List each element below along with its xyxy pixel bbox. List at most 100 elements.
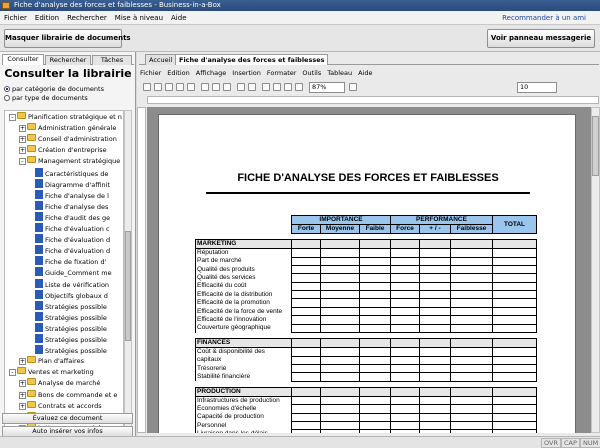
score-cell[interactable] [419, 395, 451, 406]
score-cell[interactable] [320, 355, 360, 365]
score-cell[interactable] [419, 290, 451, 300]
score-cell[interactable] [450, 372, 493, 382]
tree-folder-item[interactable]: + Administration générale [19, 123, 116, 134]
score-cell[interactable] [291, 315, 321, 325]
score-cell[interactable] [291, 363, 321, 374]
score-cell[interactable] [359, 315, 391, 325]
score-cell[interactable] [450, 412, 493, 422]
score-cell[interactable] [359, 395, 391, 406]
scroll-thumb[interactable] [125, 231, 131, 341]
message-panel-button[interactable]: Voir panneau messagerie [487, 29, 595, 48]
score-cell[interactable] [359, 248, 391, 258]
score-cell[interactable] [291, 290, 321, 300]
score-cell[interactable] [291, 347, 321, 357]
score-cell[interactable] [450, 256, 493, 266]
score-cell[interactable] [359, 306, 391, 317]
menu-fichier[interactable]: Fichier [0, 11, 31, 25]
score-cell[interactable] [320, 363, 360, 374]
score-cell[interactable] [390, 315, 420, 325]
score-cell[interactable] [450, 248, 493, 258]
score-cell[interactable] [492, 315, 537, 325]
score-cell[interactable] [450, 315, 493, 325]
score-cell[interactable] [492, 306, 537, 317]
score-cell[interactable] [419, 323, 451, 334]
menu-aide[interactable]: Aide [167, 11, 190, 25]
score-cell[interactable] [291, 404, 321, 414]
score-cell[interactable] [390, 355, 420, 365]
score-cell[interactable] [450, 323, 493, 334]
radio-by-category[interactable]: par catégorie de documents [4, 85, 104, 94]
score-cell[interactable] [359, 404, 391, 414]
score-cell[interactable] [291, 429, 321, 433]
tree-document-item[interactable]: Liste de vérification [35, 278, 109, 290]
tree-folder-item[interactable]: + Plan d'affaires [19, 356, 84, 367]
score-cell[interactable] [419, 372, 451, 382]
score-cell[interactable] [359, 290, 391, 300]
evaluate-button[interactable]: Évaluez ce document [2, 413, 133, 424]
score-cell[interactable] [450, 404, 493, 414]
score-cell[interactable] [419, 404, 451, 414]
zoom-select[interactable]: 87% [309, 82, 345, 93]
score-cell[interactable] [450, 395, 493, 406]
score-cell[interactable] [450, 347, 493, 357]
score-cell[interactable] [492, 298, 537, 308]
tab-taches[interactable]: Tâches [92, 55, 132, 65]
score-cell[interactable] [359, 429, 391, 433]
link-icon[interactable] [284, 83, 292, 91]
score-cell[interactable] [450, 355, 493, 365]
expand-icon[interactable]: + [19, 391, 26, 399]
image-icon[interactable] [273, 83, 281, 91]
score-cell[interactable] [390, 290, 420, 300]
tree-document-item[interactable]: Caractéristiques de [35, 167, 108, 179]
score-cell[interactable] [390, 256, 420, 266]
score-cell[interactable] [320, 420, 360, 431]
score-cell[interactable] [492, 290, 537, 300]
score-cell[interactable] [390, 372, 420, 382]
paste-icon[interactable] [223, 83, 231, 91]
tab-current-document[interactable]: Fiche d'analyse des forces et faiblesses [175, 54, 329, 65]
score-cell[interactable] [419, 281, 451, 292]
tree-document-item[interactable]: Stratégies possible [35, 311, 107, 323]
document-scrollbar[interactable] [591, 107, 600, 433]
score-cell[interactable] [419, 347, 451, 357]
tab-rechercher[interactable]: Rechercher [45, 55, 91, 65]
score-cell[interactable] [450, 273, 493, 283]
score-cell[interactable] [390, 306, 420, 317]
tree-scrollbar[interactable] [124, 110, 132, 448]
tree-folder-item[interactable]: + Contrats et accords [19, 400, 102, 412]
score-cell[interactable] [419, 429, 451, 433]
score-cell[interactable] [492, 412, 537, 422]
score-cell[interactable] [390, 347, 420, 357]
tree-folder-item[interactable]: + Analyse de marché [19, 378, 100, 389]
tree-document-item[interactable]: Fiche d'évaluation d [35, 234, 110, 245]
open-icon[interactable] [154, 83, 162, 91]
copy-icon[interactable] [212, 83, 220, 91]
score-cell[interactable] [492, 404, 537, 414]
score-cell[interactable] [492, 420, 537, 431]
menu-mise-a-niveau[interactable]: Mise à niveau [111, 11, 167, 25]
score-cell[interactable] [390, 395, 420, 406]
score-cell[interactable] [492, 429, 537, 433]
doc-menu-insertion[interactable]: Insertion [229, 67, 264, 79]
tree-folder-item[interactable]: + Création d'entreprise [19, 145, 107, 156]
score-cell[interactable] [492, 395, 537, 406]
tree-folder-item[interactable]: - Planification stratégique et n [9, 112, 122, 123]
document-page[interactable]: FICHE D'ANALYSE DES FORCES ET FAIBLESSES… [158, 114, 576, 433]
score-cell[interactable] [390, 264, 420, 275]
score-cell[interactable] [320, 306, 360, 317]
score-cell[interactable] [320, 273, 360, 283]
score-cell[interactable] [492, 323, 537, 334]
tree-folder-item[interactable]: + Conseil d'administration [19, 134, 117, 145]
expand-icon[interactable]: + [19, 147, 26, 155]
preview-icon[interactable] [187, 83, 195, 91]
score-cell[interactable] [359, 363, 391, 374]
score-cell[interactable] [492, 355, 537, 365]
score-cell[interactable] [390, 273, 420, 283]
scroll-thumb[interactable] [592, 116, 599, 176]
score-cell[interactable] [320, 372, 360, 382]
menu-edition[interactable]: Edition [31, 11, 63, 25]
tree-document-item[interactable]: Fiche d'analyse de l [35, 189, 109, 201]
print-icon[interactable] [176, 83, 184, 91]
tab-consulter[interactable]: Consulter [2, 54, 44, 65]
score-cell[interactable] [291, 298, 321, 308]
